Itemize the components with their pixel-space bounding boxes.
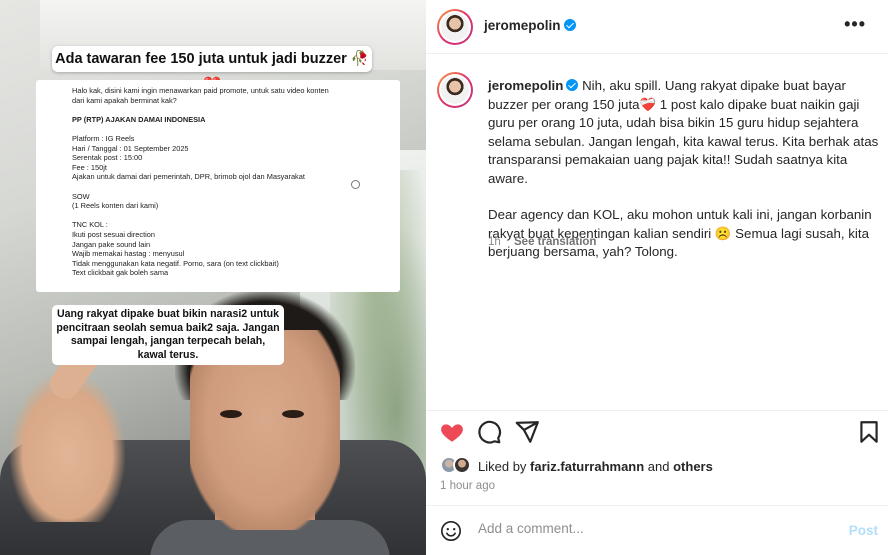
caption-time[interactable]: 1h bbox=[488, 236, 501, 248]
action-bar bbox=[426, 410, 888, 450]
header-username[interactable]: jeromepolin bbox=[484, 18, 576, 33]
verified-badge-icon bbox=[563, 19, 576, 31]
see-translation-link[interactable]: See translation bbox=[514, 236, 596, 248]
doc-line: Ikuti post sesuai direction bbox=[72, 229, 155, 239]
caption-text-1: Nih, aku spill. Uang rakyat dipake buat … bbox=[488, 78, 879, 186]
post-media[interactable]: Ada tawaran fee 150 juta untuk jadi buzz… bbox=[0, 0, 426, 555]
doc-line: Serentak post : 15:00 bbox=[72, 153, 143, 163]
media-caption: Uang rakyat dipake buat bikin narasi2 un… bbox=[52, 305, 284, 366]
doc-line: Hari / Tanggal : 01 September 2025 bbox=[72, 143, 189, 153]
verified-badge-icon bbox=[566, 79, 579, 91]
doc-line: dari kami apakah berminat kak? bbox=[72, 95, 177, 105]
heart-filled-icon[interactable] bbox=[439, 419, 465, 445]
smiley-icon bbox=[351, 180, 360, 189]
doc-line: Wajib memakai hastag : menyusul bbox=[72, 249, 185, 259]
post-header: jeromepolin ••• bbox=[426, 0, 888, 54]
more-horizontal-icon[interactable]: ••• bbox=[844, 14, 866, 34]
share-icon[interactable] bbox=[514, 419, 540, 445]
doc-line: Fee : 150jt bbox=[72, 162, 107, 172]
header-avatar[interactable] bbox=[437, 9, 473, 45]
doc-line: Ajakan untuk damai dari pemerintah, DPR,… bbox=[72, 172, 305, 182]
caption-username[interactable]: jeromepolin bbox=[488, 78, 563, 93]
profile-picture bbox=[441, 76, 469, 104]
profile-picture bbox=[441, 13, 469, 41]
post-caption: jeromepolin Nih, aku spill. Uang rakyat … bbox=[488, 77, 884, 262]
liked-prefix: Liked by bbox=[478, 459, 531, 474]
doc-line: SOW bbox=[72, 191, 90, 201]
liker-avatar[interactable] bbox=[453, 456, 471, 474]
doc-line: Text clickbait gak boleh sama bbox=[72, 268, 169, 278]
bookmark-icon[interactable] bbox=[856, 419, 882, 445]
media-headline: Ada tawaran fee 150 juta untuk jadi buzz… bbox=[52, 46, 372, 93]
offer-message-screenshot: Halo kak, disini kami ingin menawarkan p… bbox=[36, 80, 400, 292]
person-right-eye bbox=[282, 410, 304, 418]
liked-by-user[interactable]: fariz.faturrahmann bbox=[530, 459, 644, 474]
caption-meta: 1h See translation bbox=[488, 236, 606, 248]
add-comment-input[interactable] bbox=[478, 521, 818, 536]
doc-line: Tidak menggunakan kata negatif. Porno, s… bbox=[72, 258, 279, 268]
doc-line: Platform : IG Reels bbox=[72, 133, 135, 143]
comment-icon[interactable] bbox=[476, 419, 502, 445]
post-timestamp[interactable]: 1 hour ago bbox=[440, 480, 495, 492]
doc-line: TNC KOL : bbox=[72, 220, 108, 230]
post-comment-button[interactable]: Post bbox=[849, 523, 878, 538]
add-comment-bar: Post bbox=[426, 505, 888, 555]
emoji-icon[interactable] bbox=[440, 520, 462, 542]
header-username-text[interactable]: jeromepolin bbox=[484, 18, 561, 33]
liked-by-others[interactable]: others bbox=[673, 459, 713, 474]
caption-paragraph-2: Dear agency dan KOL, aku mohon untuk kal… bbox=[488, 207, 872, 259]
liked-by-text: Liked by fariz.faturrahmann and others bbox=[478, 459, 713, 474]
person-left-eye bbox=[220, 410, 242, 418]
doc-line: PP (RTP) AJAKAN DAMAI INDONESIA bbox=[72, 114, 206, 124]
doc-line: Jangan pake sound lain bbox=[72, 239, 151, 249]
doc-line: (1 Reels konten dari kami) bbox=[72, 201, 159, 211]
post-detail-panel: jeromepolin ••• jeromepolin Nih, aku spi… bbox=[426, 0, 888, 555]
caption-paragraph-1: jeromepolin Nih, aku spill. Uang rakyat … bbox=[488, 77, 884, 188]
liked-middle: and bbox=[644, 459, 674, 474]
comment-avatar[interactable] bbox=[437, 72, 473, 108]
doc-line: Halo kak, disini kami ingin menawarkan p… bbox=[72, 86, 329, 95]
